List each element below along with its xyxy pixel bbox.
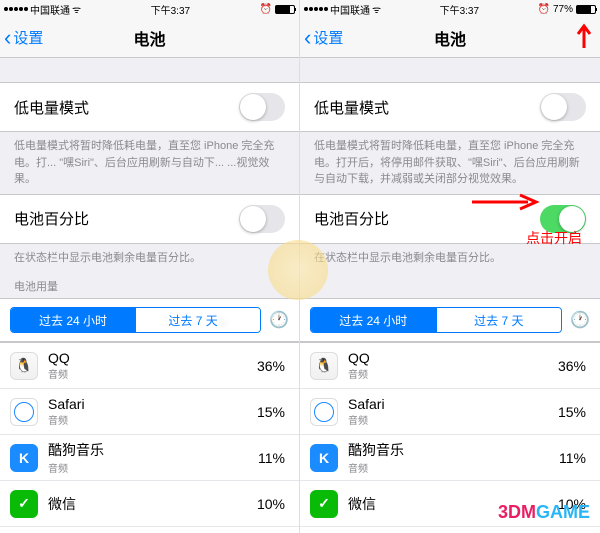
battery-percentage-toggle[interactable] <box>239 205 285 233</box>
usage-header: 电池用量 <box>0 272 299 298</box>
app-row[interactable]: ⚙设置7% <box>0 527 299 533</box>
signal-dots <box>304 7 328 11</box>
app-percent: 10% <box>257 496 285 512</box>
back-label: 设置 <box>313 27 343 48</box>
app-usage-list: 🐧QQ音频36%Safari音频15%K酷狗音乐音频11%✓微信10%⚙设置7%… <box>0 342 299 533</box>
screen-left: 中国联通 ᯤ 下午3:37 ⏰ ‹ 设置 电池 低电量模式 低电量模式将暂时降低… <box>0 0 300 533</box>
carrier-label: 中国联通 <box>330 2 370 17</box>
app-row[interactable]: Safari音频15% <box>300 389 600 435</box>
status-bar: 中国联通 ᯤ 下午3:37 ⏰ 77% <box>300 0 600 18</box>
low-power-mode-cell[interactable]: 低电量模式 <box>0 82 299 132</box>
app-percent: 15% <box>558 404 586 420</box>
app-sub: 音频 <box>48 366 257 381</box>
app-percent: 10% <box>558 496 586 512</box>
page-title: 电池 <box>300 26 600 50</box>
app-row[interactable]: Safari音频15% <box>0 389 299 435</box>
app-percent: 11% <box>559 450 586 466</box>
app-name: 酷狗音乐 <box>48 440 258 460</box>
segmented-wrap: 过去 24 小时 过去 7 天... 🕐 <box>0 298 299 342</box>
nav-bar: ‹ 设置 电池 <box>0 18 299 58</box>
app-icon <box>310 398 338 426</box>
wifi-icon: ᯤ <box>372 2 381 16</box>
status-bar: 中国联通 ᯤ 下午3:37 ⏰ <box>0 0 299 18</box>
app-sub: 音频 <box>48 460 258 475</box>
low-power-footer: 低电量模式将暂时降低耗电量，直至您 iPhone 完全充电。打开后，将停用邮件获… <box>300 132 600 194</box>
app-name: QQ <box>348 350 558 366</box>
app-row[interactable]: 🐧 QQ音频36% <box>300 343 600 389</box>
chevron-left-icon: ‹ <box>4 27 11 49</box>
time-range-segmented[interactable]: 过去 24 小时 过去 7 天 <box>310 307 562 333</box>
app-icon: 🐧 <box>10 352 38 380</box>
app-name: QQ <box>48 350 257 366</box>
low-power-label: 低电量模式 <box>314 97 389 118</box>
app-row[interactable]: ✓ 微信10% <box>0 481 299 527</box>
app-name: 酷狗音乐 <box>348 440 559 460</box>
app-name: 微信 <box>48 494 257 514</box>
back-button[interactable]: ‹ 设置 <box>0 27 43 49</box>
low-power-mode-cell[interactable]: 低电量模式 <box>300 82 600 132</box>
signal-dots <box>4 7 28 11</box>
app-row[interactable]: K 酷狗音乐音频11% <box>300 435 600 481</box>
app-name: Safari <box>348 396 558 412</box>
clock-label: 下午3:37 <box>151 2 190 17</box>
low-power-toggle[interactable] <box>239 93 285 121</box>
wifi-icon: ᯤ <box>72 2 81 16</box>
app-sub: 音频 <box>48 412 257 427</box>
battery-percentage-cell[interactable]: 电池百分比 <box>300 194 600 244</box>
battery-percentage-label: 电池百分比 <box>314 208 389 229</box>
app-icon: ✓ <box>310 490 338 518</box>
low-power-toggle[interactable] <box>540 93 586 121</box>
app-row[interactable]: ⚙设置7% <box>300 527 600 533</box>
seg-24h[interactable]: 过去 24 小时 <box>11 308 135 332</box>
app-sub: 音频 <box>348 460 559 475</box>
battery-percent-label: 77% <box>553 4 573 15</box>
app-sub: 音频 <box>348 366 558 381</box>
battery-percentage-toggle[interactable] <box>540 205 586 233</box>
app-icon <box>10 398 38 426</box>
app-name: Safari <box>48 396 257 412</box>
app-usage-list: 🐧QQ音频36%Safari音频15%K酷狗音乐音频11%✓微信10%⚙设置7%… <box>300 342 600 533</box>
low-power-footer: 低电量模式将暂时降低耗电量，直至您 iPhone 完全充电。打... "嘿Sir… <box>0 132 299 194</box>
seg-7d[interactable]: 过去 7 天 <box>436 308 562 332</box>
segmented-wrap: 过去 24 小时 过去 7 天 🕐 <box>300 298 600 342</box>
alarm-icon: ⏰ <box>538 4 550 15</box>
app-percent: 36% <box>558 358 586 374</box>
app-sub: 音频 <box>348 412 558 427</box>
battery-percentage-cell[interactable]: 电池百分比 <box>0 194 299 244</box>
clock-label: 下午3:37 <box>440 2 479 17</box>
app-icon: K <box>10 444 38 472</box>
page-title: 电池 <box>0 26 299 50</box>
app-icon: 🐧 <box>310 352 338 380</box>
app-percent: 15% <box>257 404 285 420</box>
app-row[interactable]: K 酷狗音乐音频11% <box>0 435 299 481</box>
app-percent: 11% <box>258 450 285 466</box>
battery-icon <box>275 5 295 14</box>
low-power-label: 低电量模式 <box>14 97 89 118</box>
clock-icon[interactable]: 🕐 <box>570 310 590 330</box>
screen-right: 中国联通 ᯤ 下午3:37 ⏰ 77% ‹ 设置 电池 低电量模式 低电量模式将… <box>300 0 600 533</box>
nav-bar: ‹ 设置 电池 <box>300 18 600 58</box>
clock-icon[interactable]: 🕐 <box>269 310 289 330</box>
time-range-segmented[interactable]: 过去 24 小时 过去 7 天... <box>10 307 261 333</box>
seg-7d[interactable]: 过去 7 天... <box>135 308 260 332</box>
app-name: 微信 <box>348 494 558 514</box>
battery-icon <box>576 5 596 14</box>
app-row[interactable]: ✓ 微信10% <box>300 481 600 527</box>
seg-24h[interactable]: 过去 24 小时 <box>311 308 436 332</box>
carrier-label: 中国联通 <box>30 2 70 17</box>
app-row[interactable]: 🐧 QQ音频36% <box>0 343 299 389</box>
app-percent: 36% <box>257 358 285 374</box>
back-label: 设置 <box>13 27 43 48</box>
battery-percentage-footer: 在状态栏中显示电池剩余电量百分比。 <box>300 244 600 273</box>
battery-percentage-label: 电池百分比 <box>14 208 89 229</box>
alarm-icon: ⏰ <box>260 4 272 15</box>
chevron-left-icon: ‹ <box>304 27 311 49</box>
battery-percentage-footer: 在状态栏中显示电池剩余电量百分比。 <box>0 244 299 273</box>
app-icon: K <box>310 444 338 472</box>
back-button[interactable]: ‹ 设置 <box>300 27 343 49</box>
app-icon: ✓ <box>10 490 38 518</box>
